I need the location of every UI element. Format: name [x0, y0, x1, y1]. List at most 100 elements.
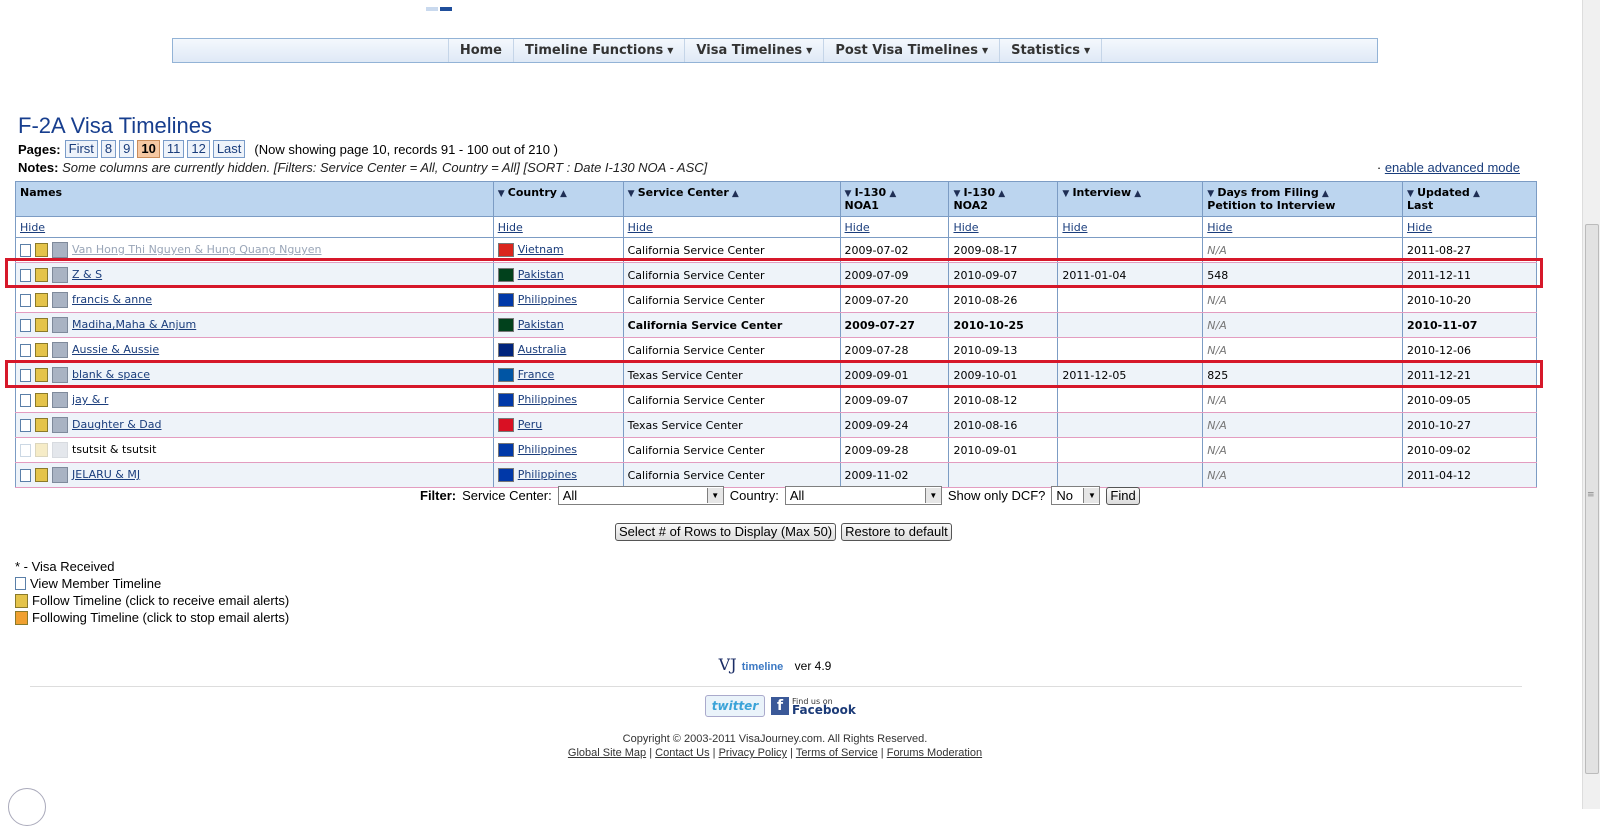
follow-timeline-icon[interactable]	[35, 443, 48, 457]
sort-desc-icon[interactable]: ▼	[628, 189, 638, 199]
nav-item-statistics[interactable]: Statistics ▼	[1000, 39, 1103, 62]
legend-follow-text: Follow Timeline (click to receive email …	[32, 593, 290, 608]
hide-column-link[interactable]: Hide	[1207, 221, 1232, 234]
sort-asc-icon[interactable]: ▲	[557, 189, 567, 199]
select-rows-button[interactable]: Select # of Rows to Display (Max 50)	[615, 523, 837, 541]
footer-link[interactable]: Global Site Map	[568, 747, 646, 759]
hide-column-link[interactable]: Hide	[845, 221, 870, 234]
vertical-scrollbar[interactable]: ≡	[1582, 0, 1600, 809]
column-header-country[interactable]: ▼ Country ▲	[492, 181, 624, 217]
country-link[interactable]: Philippines	[518, 393, 577, 406]
hide-column-link[interactable]: Hide	[498, 221, 523, 234]
sort-desc-icon[interactable]: ▼	[1062, 189, 1072, 199]
follow-timeline-icon[interactable]	[35, 343, 48, 357]
column-header-updated-last[interactable]: ▼ Updated ▲ Last	[1402, 181, 1537, 217]
days-cell: N/A	[1202, 287, 1404, 313]
enable-advanced-mode-link[interactable]: enable advanced mode	[1385, 160, 1520, 175]
member-name-link[interactable]: francis & anne	[72, 293, 152, 306]
facebook-button[interactable]: f Find us on Facebook	[771, 697, 856, 716]
member-name-link[interactable]: Aussie & Aussie	[72, 343, 159, 356]
nav-item-home[interactable]: Home	[447, 39, 515, 62]
sort-asc-icon[interactable]: ▲	[1470, 189, 1480, 199]
timeline-table: Names ▼ Country ▲ ▼ Service Center ▲ ▼ I-13…	[15, 181, 1537, 488]
view-timeline-icon[interactable]	[20, 318, 31, 332]
sort-asc-icon[interactable]: ▲	[729, 189, 739, 199]
follow-timeline-icon[interactable]	[35, 468, 48, 482]
country-select[interactable]: All ▼	[784, 486, 942, 505]
follow-timeline-icon[interactable]	[35, 418, 48, 432]
view-timeline-icon[interactable]	[20, 443, 31, 457]
column-header-i-130-noa1[interactable]: ▼ I-130 ▲ NOA1	[839, 181, 950, 217]
hide-column-link[interactable]: Hide	[1062, 221, 1087, 234]
top-strip	[426, 0, 456, 11]
country-link[interactable]: Philippines	[518, 443, 577, 456]
sort-desc-icon[interactable]: ▼	[1207, 189, 1217, 199]
country-cell: Australia	[492, 337, 624, 363]
country-label: Country:	[729, 488, 779, 503]
member-name-link[interactable]: Van Hong Thi Nguyen & Hung Quang Nguyen	[72, 243, 322, 256]
country-link[interactable]: Vietnam	[518, 243, 564, 256]
footer-link[interactable]: Forums Moderation	[887, 747, 982, 759]
view-timeline-icon[interactable]	[20, 243, 31, 257]
twitter-button[interactable]: twitter	[705, 695, 765, 717]
service-center-select[interactable]: All ▼	[557, 486, 724, 505]
view-timeline-icon[interactable]	[20, 468, 31, 482]
footer-link[interactable]: Contact Us	[655, 747, 709, 759]
follow-timeline-icon[interactable]	[35, 318, 48, 332]
member-name-link[interactable]: jay & r	[72, 393, 108, 406]
sort-desc-icon[interactable]: ▼	[498, 189, 508, 199]
footer-link[interactable]: Terms of Service	[796, 747, 878, 759]
column-header-days-from-filing-petition-to-interview[interactable]: ▼ Days from Filing ▲ Petition to Intervie…	[1202, 181, 1404, 217]
sort-desc-icon[interactable]: ▼	[1407, 189, 1417, 199]
view-timeline-icon[interactable]	[20, 393, 31, 407]
hide-column-link[interactable]: Hide	[20, 221, 45, 234]
service-center-value: All	[562, 488, 578, 503]
sort-asc-icon[interactable]: ▲	[886, 189, 896, 199]
follow-timeline-icon[interactable]	[35, 393, 48, 407]
hide-column-link[interactable]: Hide	[953, 221, 978, 234]
flag-icon	[497, 293, 514, 307]
restore-default-button[interactable]: Restore to default	[841, 523, 952, 541]
nav-item-timeline-functions[interactable]: Timeline Functions ▼	[514, 39, 686, 62]
nav-item-post-visa-timelines[interactable]: Post Visa Timelines ▼	[824, 39, 1001, 62]
sort-asc-icon[interactable]: ▲	[1319, 189, 1329, 199]
follow-timeline-icon[interactable]	[35, 243, 48, 257]
page-link-12[interactable]: 12	[187, 140, 210, 158]
column-header-service-center[interactable]: ▼ Service Center ▲	[622, 181, 841, 217]
column-header-names[interactable]: Names	[15, 181, 494, 217]
view-timeline-icon[interactable]	[20, 343, 31, 357]
view-timeline-icon[interactable]	[20, 418, 31, 432]
page-link-last[interactable]: Last	[212, 140, 246, 158]
flag-icon	[497, 393, 514, 407]
country-link[interactable]: Philippines	[518, 293, 577, 306]
country-link[interactable]: Australia	[518, 343, 567, 356]
member-name-link[interactable]: Daughter & Dad	[72, 418, 162, 431]
view-timeline-icon[interactable]	[20, 293, 31, 307]
page-link-9[interactable]: 9	[119, 140, 135, 158]
nav-item-visa-timelines[interactable]: Visa Timelines ▼	[685, 39, 825, 62]
find-button[interactable]: Find	[1106, 486, 1140, 505]
follow-timeline-icon[interactable]	[35, 293, 48, 307]
sort-asc-icon[interactable]: ▲	[995, 189, 1005, 199]
dcf-select[interactable]: No ▼	[1051, 486, 1101, 505]
footer-link[interactable]: Privacy Policy	[719, 747, 787, 759]
country-link[interactable]: Peru	[518, 418, 543, 431]
sort-desc-icon[interactable]: ▼	[845, 189, 855, 199]
member-name-link[interactable]: Madiha,Maha & Anjum	[72, 318, 196, 331]
sort-desc-icon[interactable]: ▼	[953, 189, 963, 199]
member-name-link[interactable]: JELARU & MJ	[72, 468, 140, 481]
country-link[interactable]: Philippines	[518, 468, 577, 481]
sort-asc-icon[interactable]: ▲	[1131, 189, 1141, 199]
link-separator: |	[877, 747, 887, 759]
country-link[interactable]: Pakistan	[518, 318, 564, 331]
page-link-first[interactable]: First	[64, 140, 98, 158]
hide-column-link[interactable]: Hide	[1407, 221, 1432, 234]
page-link-10[interactable]: 10	[137, 140, 160, 158]
page-link-11[interactable]: 11	[162, 140, 185, 158]
page-link-8[interactable]: 8	[100, 140, 117, 158]
legend-visa-received-text: * - Visa Received	[15, 559, 115, 574]
facebook-icon: f	[771, 697, 789, 715]
column-header-i-130-noa2[interactable]: ▼ I-130 ▲ NOA2	[948, 181, 1059, 217]
hide-column-link[interactable]: Hide	[628, 221, 653, 234]
column-header-interview[interactable]: ▼ Interview ▲	[1057, 181, 1204, 217]
